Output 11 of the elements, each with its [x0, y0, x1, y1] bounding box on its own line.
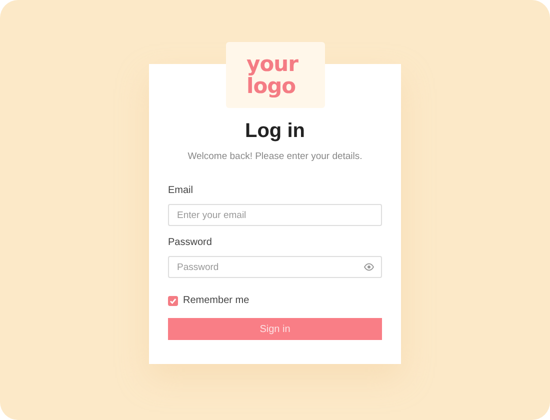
subtitle: Welcome back! Please enter your details. [186, 150, 364, 164]
logo: your logo [226, 42, 324, 108]
checkbox-label: Remember me [183, 295, 250, 306]
email-field[interactable]: Enter your email [168, 204, 382, 226]
eye-icon[interactable] [364, 263, 374, 271]
checkbox[interactable] [168, 296, 178, 306]
heading: Log in [244, 119, 306, 144]
field-label: Password [168, 236, 213, 250]
sign-in-button[interactable]: Sign in [168, 318, 382, 340]
password-field[interactable]: Password [168, 256, 382, 278]
field-label: Email [168, 184, 194, 198]
